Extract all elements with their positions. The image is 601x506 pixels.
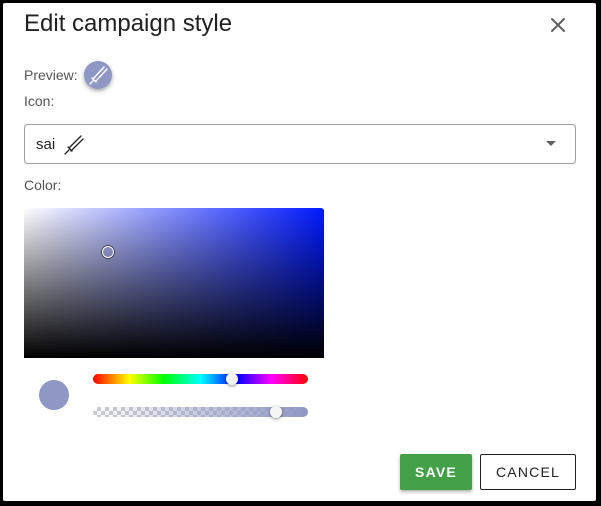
sai-icon <box>89 66 108 85</box>
sai-icon <box>63 133 85 160</box>
close-icon[interactable] <box>546 13 570 37</box>
icon-label: Icon: <box>24 93 55 109</box>
icon-select-value: sai <box>36 136 56 153</box>
edit-campaign-style-dialog: Edit campaign style Preview: Icon: sai C… <box>3 3 596 501</box>
color-label: Color: <box>24 177 62 193</box>
saturation-value-picker[interactable] <box>24 208 324 358</box>
saturation-value-cursor[interactable] <box>102 246 114 258</box>
icon-select[interactable]: sai <box>24 124 576 164</box>
alpha-slider-thumb[interactable] <box>270 406 282 418</box>
cancel-button[interactable]: CANCEL <box>480 454 576 490</box>
hue-slider[interactable] <box>93 374 308 384</box>
hue-slider-thumb[interactable] <box>226 373 238 385</box>
selected-color-swatch <box>39 380 69 410</box>
save-button[interactable]: SAVE <box>400 454 472 490</box>
preview-label: Preview: <box>24 67 78 83</box>
chevron-down-icon[interactable] <box>546 141 556 146</box>
preview-avatar <box>84 61 112 89</box>
dialog-title: Edit campaign style <box>24 10 233 37</box>
